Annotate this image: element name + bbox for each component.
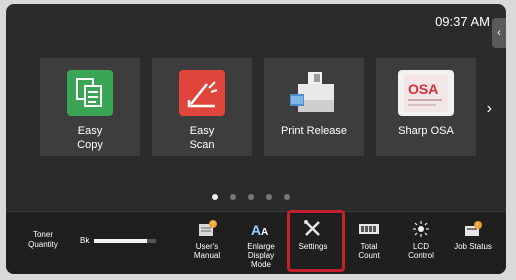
app-label: Easy Copy (77, 125, 103, 151)
app-easy-copy[interactable]: Easy Copy (40, 58, 140, 156)
printer-home-screen: 09:37 AM ‹ Easy Copy Easy Scan Print Rel… (6, 4, 506, 274)
svg-text:OSA: OSA (408, 81, 438, 97)
copy-icon (67, 70, 113, 116)
printer-icon (286, 70, 342, 116)
users-manual-button[interactable]: ? User's Manual (184, 216, 230, 272)
app-sharp-osa[interactable]: OSA Sharp OSA (376, 58, 476, 156)
bottom-item-label: LCD Control (408, 242, 434, 260)
toner-label: Toner Quantity (28, 230, 58, 249)
app-label: Easy Scan (189, 125, 215, 151)
app-label: Print Release (280, 125, 348, 137)
osa-icon: OSA (398, 70, 454, 116)
manual-icon: ? (197, 220, 217, 238)
enlarge-icon: A A (251, 220, 271, 238)
next-page-arrow[interactable]: › (487, 100, 492, 118)
app-label: Sharp OSA (398, 125, 454, 137)
enlarge-display-mode-button[interactable]: A A Enlarge Display Mode (238, 216, 284, 272)
page-dot[interactable] (284, 194, 290, 200)
bottom-item-label: Enlarge Display Mode (247, 242, 275, 269)
svg-text:A: A (251, 222, 261, 238)
bottom-item-label: Total Count (358, 242, 380, 260)
page-dot[interactable] (248, 194, 254, 200)
scan-icon (179, 70, 225, 116)
chevron-right-icon: › (486, 100, 492, 117)
counter-icon (359, 220, 379, 238)
total-count-button[interactable]: Total Count (346, 216, 392, 272)
svg-text:A: A (261, 227, 268, 238)
job-status-icon: ! (463, 220, 483, 238)
job-status-button[interactable]: ! Job Status (450, 216, 496, 272)
chevron-left-icon: ‹ (497, 27, 501, 39)
side-panel-toggle[interactable]: ‹ (492, 18, 506, 48)
bottom-bar: Toner Quantity Bk ? User's Manual A A En… (6, 211, 506, 274)
clock: 09:37 AM (435, 14, 490, 29)
brightness-icon (411, 220, 431, 238)
page-dot[interactable] (212, 194, 218, 200)
toner-level-fill (94, 239, 147, 243)
lcd-control-button[interactable]: LCD Control (398, 216, 444, 272)
bottom-item-label: Job Status (454, 242, 492, 251)
bottom-item-label: User's Manual (193, 242, 221, 260)
page-dot[interactable] (230, 194, 236, 200)
app-print-release[interactable]: Print Release (264, 58, 364, 156)
toner-status: Toner Quantity Bk (22, 230, 162, 262)
toner-color-label: Bk (80, 236, 90, 245)
app-easy-scan[interactable]: Easy Scan (152, 58, 252, 156)
settings-highlight-outline (287, 210, 345, 272)
page-dot[interactable] (266, 194, 272, 200)
toner-level-bar (94, 239, 156, 243)
